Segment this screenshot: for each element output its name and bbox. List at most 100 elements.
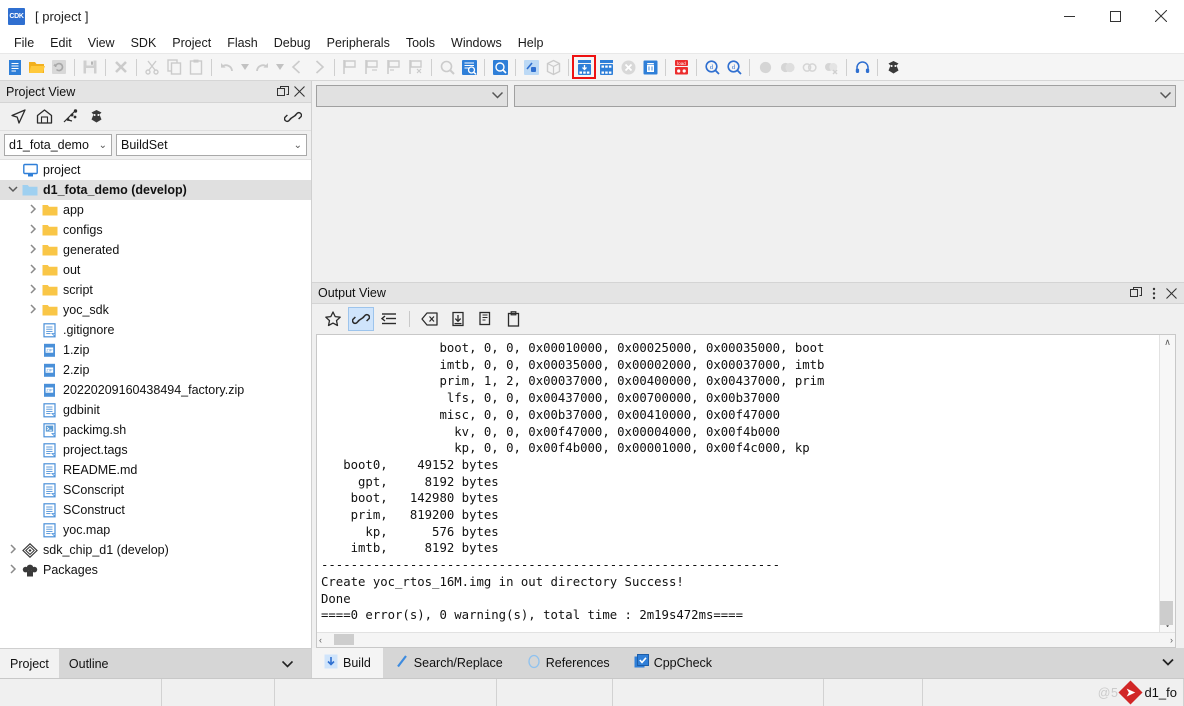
chevron-down-icon[interactable] — [1162, 656, 1174, 670]
tab-search-replace[interactable]: Search/Replace — [383, 648, 515, 678]
tree-item[interactable]: Packages — [0, 560, 311, 580]
tree-item[interactable]: ZIP 2.zip — [0, 360, 311, 380]
close-panel-icon[interactable] — [1164, 284, 1179, 302]
editor-symbol-combo[interactable] — [514, 85, 1176, 107]
chevron-right-icon[interactable] — [26, 263, 40, 277]
menu-tools[interactable]: Tools — [398, 34, 443, 52]
tree-item[interactable]: project — [0, 160, 311, 180]
tab-build[interactable]: Build — [312, 648, 383, 678]
tree-item[interactable]: packimg.sh — [0, 420, 311, 440]
flash-download-icon[interactable] — [572, 55, 596, 79]
menu-project[interactable]: Project — [164, 34, 219, 52]
tree-item[interactable]: gdbinit — [0, 400, 311, 420]
find-in-files-icon[interactable] — [458, 56, 480, 78]
chevron-right-icon[interactable] — [6, 563, 20, 577]
build-icon[interactable] — [520, 56, 542, 78]
tree-item[interactable]: SConscript — [0, 480, 311, 500]
scrollbar-thumb[interactable] — [334, 634, 354, 645]
console-vertical-scrollbar[interactable]: ∧ ∨ — [1159, 335, 1175, 632]
save-output-icon[interactable] — [445, 307, 471, 331]
close-button[interactable] — [1138, 0, 1184, 32]
tree-item[interactable]: script — [0, 280, 311, 300]
debug-headset-icon[interactable] — [851, 56, 873, 78]
menu-file[interactable]: File — [6, 34, 42, 52]
buildset-selector[interactable]: BuildSet ⌄ — [116, 134, 307, 156]
tree-item[interactable]: configs — [0, 220, 311, 240]
zoom-in-icon[interactable]: d — [701, 56, 723, 78]
chevron-down-icon[interactable] — [6, 184, 20, 196]
tree-item[interactable]: README.md — [0, 460, 311, 480]
chevron-right-icon[interactable] — [6, 543, 20, 557]
tree-item[interactable]: app — [0, 200, 311, 220]
menu-bar: File Edit View SDK Project Flash Debug P… — [0, 32, 1184, 54]
chevron-down-icon[interactable] — [282, 660, 301, 668]
tab-references[interactable]: References — [515, 648, 622, 678]
menu-peripherals[interactable]: Peripherals — [319, 34, 398, 52]
menu-edit[interactable]: Edit — [42, 34, 80, 52]
menu-flash[interactable]: Flash — [219, 34, 266, 52]
tree-item[interactable]: yoc.map — [0, 520, 311, 540]
chevron-right-icon[interactable] — [26, 243, 40, 257]
locate-icon[interactable] — [6, 106, 30, 128]
restore-panel-icon[interactable] — [275, 83, 290, 101]
terminal-icon[interactable] — [882, 56, 904, 78]
menu-windows[interactable]: Windows — [443, 34, 510, 52]
copy-icon[interactable] — [473, 307, 499, 331]
delete-icon[interactable] — [639, 56, 661, 78]
project-selector[interactable]: d1_fota_demo ⌄ — [4, 134, 112, 156]
tree-item[interactable]: ZIP 1.zip — [0, 340, 311, 360]
tree-item-label: 20220209160438494_factory.zip — [63, 383, 245, 397]
terminal-icon[interactable] — [84, 106, 108, 128]
scroll-right-icon[interactable]: › — [1170, 635, 1173, 645]
status-cell-1 — [0, 679, 162, 706]
search-replace-icon[interactable] — [489, 56, 511, 78]
tree-item[interactable]: d1_fota_demo (develop) — [0, 180, 311, 200]
open-folder-icon[interactable] — [26, 56, 48, 78]
panel-menu-icon[interactable] — [1146, 284, 1161, 302]
zoom-out-icon[interactable]: d — [723, 56, 745, 78]
wrap-lines-icon[interactable] — [376, 307, 402, 331]
tab-cppcheck[interactable]: CppCheck — [622, 648, 724, 678]
link-icon[interactable] — [281, 106, 305, 128]
menu-sdk[interactable]: SDK — [123, 34, 165, 52]
tree-item[interactable]: yoc_sdk — [0, 300, 311, 320]
tab-outline[interactable]: Outline — [58, 649, 311, 678]
chevron-right-icon[interactable] — [26, 203, 40, 217]
flash-erase-icon[interactable] — [595, 56, 617, 78]
tree-item[interactable]: SConstruct — [0, 500, 311, 520]
tab-project[interactable]: Project — [0, 649, 59, 678]
project-tree[interactable]: project d1_fota_demo (develop) app configs g… — [0, 159, 311, 648]
minimize-button[interactable] — [1046, 0, 1092, 32]
chevron-right-icon[interactable] — [26, 283, 40, 297]
tree-item[interactable]: out — [0, 260, 311, 280]
chevron-right-icon[interactable] — [26, 223, 40, 237]
chevron-right-icon[interactable] — [26, 303, 40, 317]
scrollbar-thumb[interactable] — [1160, 601, 1173, 625]
scroll-left-icon[interactable]: ‹ — [319, 635, 322, 645]
home-icon[interactable] — [32, 106, 56, 128]
clear-icon[interactable] — [417, 307, 443, 331]
restore-panel-icon[interactable] — [1128, 284, 1143, 302]
menu-view[interactable]: View — [80, 34, 123, 52]
tree-item[interactable]: sdk_chip_d1 (develop) — [0, 540, 311, 560]
editor-empty-area[interactable] — [312, 111, 1184, 282]
load-icon[interactable]: load — [670, 56, 692, 78]
menu-debug[interactable]: Debug — [266, 34, 319, 52]
editor-scope-combo[interactable] — [316, 85, 508, 107]
tree-item[interactable]: ZIP 20220209160438494_factory.zip — [0, 380, 311, 400]
close-panel-icon[interactable] — [292, 83, 307, 101]
console-output[interactable]: boot, 0, 0, 0x00010000, 0x00025000, 0x00… — [316, 334, 1176, 648]
link-icon[interactable] — [348, 307, 374, 331]
tree-item[interactable]: generated — [0, 240, 311, 260]
new-file-icon[interactable] — [4, 56, 26, 78]
tree-item[interactable]: project.tags — [0, 440, 311, 460]
maximize-button[interactable] — [1092, 0, 1138, 32]
favorite-star-icon[interactable] — [320, 307, 346, 331]
tree-item[interactable]: .gitignore — [0, 320, 311, 340]
nav-forward-icon — [308, 56, 330, 78]
scroll-up-icon[interactable]: ∧ — [1164, 337, 1171, 348]
menu-help[interactable]: Help — [510, 34, 552, 52]
paste-icon[interactable] — [501, 307, 527, 331]
console-horizontal-scrollbar[interactable]: ‹ › — [317, 632, 1175, 647]
dependency-icon[interactable] — [58, 106, 82, 128]
